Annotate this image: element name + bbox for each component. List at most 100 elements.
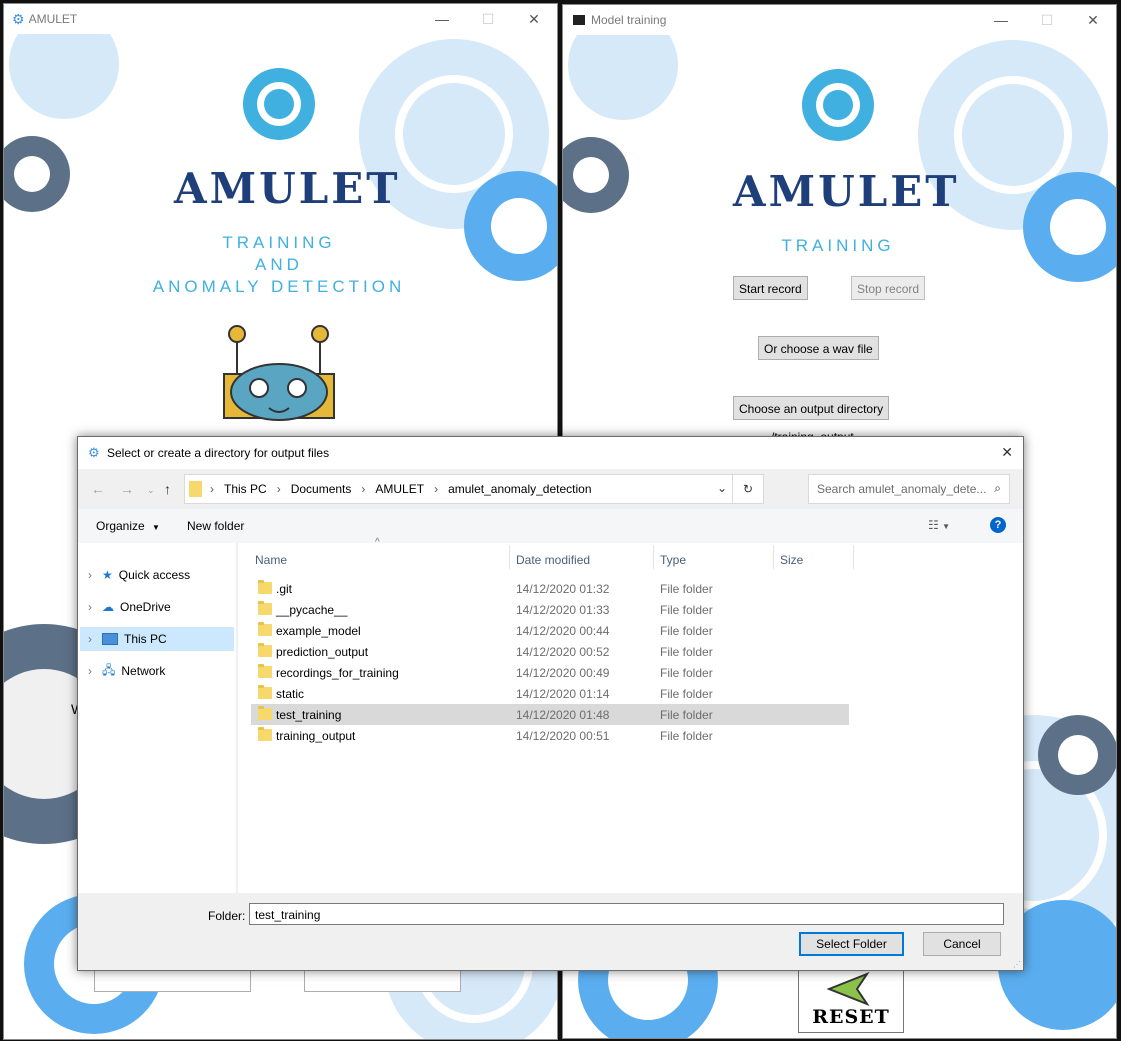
choose-wav-button[interactable]: Or choose a wav file [758, 336, 879, 360]
table-row[interactable]: example_model 14/12/2020 00:44 File fold… [251, 620, 849, 641]
column-header-size[interactable]: Size [780, 553, 803, 567]
minimize-button[interactable]: — [419, 4, 465, 34]
amulet-logo: AMULET [733, 167, 960, 216]
organize-menu[interactable]: Organize ▼ [96, 519, 160, 533]
chevron-right-icon: › [88, 600, 92, 614]
gear-icon: ⚙ [12, 10, 25, 27]
subtitle-line-2: AND [255, 255, 303, 274]
folder-icon [258, 622, 272, 636]
forward-arrow-icon[interactable]: → [120, 481, 134, 497]
row-type: File folder [660, 645, 713, 659]
nav-quick-access[interactable]: › ★ Quick access [80, 563, 234, 587]
column-divider[interactable] [853, 545, 854, 569]
folder-name-input[interactable]: test_training [249, 903, 1004, 925]
column-header-name[interactable]: Name [255, 553, 287, 567]
row-date: 14/12/2020 00:51 [516, 729, 610, 743]
back-arrow-icon[interactable]: ← [91, 481, 105, 497]
choose-output-directory-button[interactable]: Choose an output directory [733, 396, 890, 420]
row-date: 14/12/2020 01:48 [516, 708, 610, 722]
table-row[interactable]: training_output 14/12/2020 00:51 File fo… [251, 725, 849, 746]
chevron-right-icon: › [210, 482, 214, 496]
nav-onedrive[interactable]: › ☁ OneDrive [80, 595, 234, 619]
row-type: File folder [660, 729, 713, 743]
row-date: 14/12/2020 00:44 [516, 624, 610, 638]
file-list: ^ Name Date modified Type Size .git 14/1… [238, 537, 1023, 893]
table-row[interactable]: .git 14/12/2020 01:32 File folder [251, 578, 849, 599]
minimize-button[interactable]: — [978, 5, 1024, 35]
start-record-button[interactable]: Start record [733, 276, 808, 300]
close-button[interactable]: ✕ [511, 4, 557, 34]
folder-icon [258, 706, 272, 720]
new-folder-button[interactable]: New folder [187, 519, 244, 533]
search-box[interactable]: Search amulet_anomaly_dete... ⌕ [808, 474, 1010, 504]
row-name: static [276, 687, 305, 701]
breadcrumb-amulet-anomaly-detection[interactable]: amulet_anomaly_detection [448, 482, 591, 496]
row-date: 14/12/2020 01:32 [516, 582, 610, 596]
breadcrumb-amulet[interactable]: AMULET [375, 482, 424, 496]
nav-network[interactable]: › 🖧 Network [80, 659, 234, 683]
resize-grip-icon[interactable]: ⋰ [1013, 960, 1021, 969]
maximize-button[interactable]: ☐ [1024, 5, 1070, 35]
back-arrow-icon [827, 972, 870, 1006]
folder-icon [189, 481, 202, 497]
address-bar[interactable]: › This PC › Documents › AMULET › amulet_… [184, 474, 764, 504]
maximize-button[interactable]: ☐ [465, 4, 511, 34]
gear-icon: ⚙ [88, 445, 100, 460]
select-folder-button[interactable]: Select Folder [799, 932, 904, 956]
nav-label: Network [121, 664, 166, 678]
help-icon[interactable]: ? [990, 517, 1006, 533]
table-row[interactable]: static 14/12/2020 01:14 File folder [251, 683, 849, 704]
subtitle-line-3: ANOMALY DETECTION [152, 277, 406, 296]
breadcrumb-documents[interactable]: Documents [291, 482, 352, 496]
column-divider[interactable] [653, 545, 654, 569]
table-row-selected[interactable]: test_training 14/12/2020 01:48 File fold… [251, 704, 849, 725]
folder-name-value: test_training [255, 908, 321, 922]
column-header-type[interactable]: Type [660, 553, 686, 567]
column-header-date[interactable]: Date modified [516, 553, 590, 567]
row-name: __pycache__ [276, 603, 348, 617]
chevron-down-icon[interactable]: ⌄ [717, 481, 727, 495]
row-name: recordings_for_training [276, 666, 399, 680]
chevron-right-icon: › [88, 632, 92, 646]
row-name: example_model [276, 624, 361, 638]
window-title: Model training [591, 13, 667, 27]
up-arrow-icon[interactable]: ↑ [164, 481, 171, 497]
column-divider[interactable] [509, 545, 510, 569]
dialog-title: Select or create a directory for output … [107, 446, 330, 460]
dialog-toolbar: Organize ▼ New folder ☷ ▼ ? [78, 509, 1023, 543]
refresh-icon[interactable]: ↻ [732, 475, 763, 503]
view-options-icon[interactable]: ☷ ▼ [928, 518, 950, 532]
dialog-close-button[interactable]: ✕ [1001, 444, 1013, 461]
subtitle: TRAINING AND ANOMALY DETECTION [144, 232, 414, 298]
chevron-right-icon: › [434, 482, 439, 496]
row-type: File folder [660, 708, 713, 722]
sort-ascending-icon: ^ [375, 537, 380, 548]
folder-icon [258, 727, 272, 741]
dialog-footer: Folder: test_training Select Folder Canc… [78, 893, 1023, 970]
table-row[interactable]: recordings_for_training 14/12/2020 00:49… [251, 662, 849, 683]
nav-this-pc[interactable]: › This PC [80, 627, 234, 651]
robot-icon [223, 325, 335, 421]
search-input[interactable]: Search amulet_anomaly_dete... [817, 482, 986, 496]
nav-label: This PC [124, 632, 167, 646]
table-row[interactable]: prediction_output 14/12/2020 00:52 File … [251, 641, 849, 662]
row-name: test_training [276, 708, 342, 722]
reset-button[interactable]: RESET [798, 967, 904, 1033]
dialog-titlebar: ⚙ Select or create a directory for outpu… [78, 437, 1023, 469]
breadcrumb-this-pc[interactable]: This PC [224, 482, 267, 496]
recent-dropdown-icon[interactable]: ⌄ [147, 485, 155, 496]
table-row[interactable]: __pycache__ 14/12/2020 01:33 File folder [251, 599, 849, 620]
cloud-icon: ☁ [102, 600, 114, 614]
chevron-right-icon: › [361, 482, 366, 496]
reset-label: RESET [812, 1006, 890, 1028]
nav-label: Quick access [118, 568, 191, 582]
stop-record-button[interactable]: Stop record [851, 276, 926, 300]
folder-icon [258, 580, 272, 594]
column-divider[interactable] [773, 545, 774, 569]
row-name: prediction_output [276, 645, 369, 659]
folder-label: Folder: [208, 909, 246, 923]
row-date: 14/12/2020 01:33 [516, 603, 610, 617]
close-button[interactable]: ✕ [1070, 5, 1116, 35]
chevron-right-icon: › [88, 568, 92, 582]
cancel-button[interactable]: Cancel [923, 932, 1001, 956]
